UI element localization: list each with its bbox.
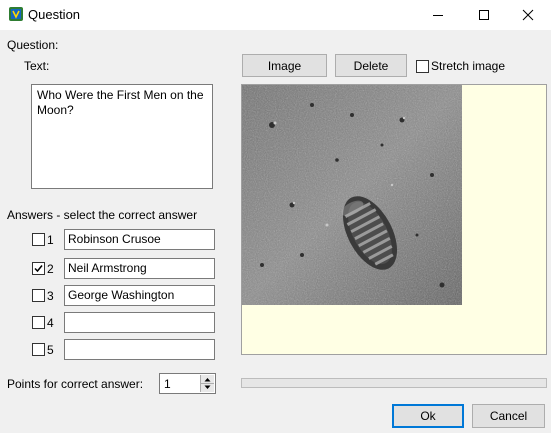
cancel-button[interactable]: Cancel (472, 404, 545, 428)
answer-3-number: 3 (47, 289, 54, 303)
moon-footprint-image (242, 85, 462, 305)
ok-button[interactable]: Ok (392, 404, 464, 428)
answer-1-input[interactable]: Robinson Crusoe (64, 229, 215, 250)
answer-4-number: 4 (47, 316, 54, 330)
close-button[interactable] (505, 0, 551, 30)
answer-3-input[interactable]: George Washington (64, 285, 215, 306)
answer-4-checkbox[interactable] (32, 316, 45, 329)
points-value: 1 (164, 377, 171, 391)
answer-2-checkbox[interactable] (32, 262, 45, 275)
progress-bar (241, 378, 547, 388)
answer-1-checkbox[interactable] (32, 233, 45, 246)
question-textarea[interactable]: Who Were the First Men on the Moon? (31, 84, 213, 189)
points-spinner[interactable]: 1 (159, 373, 216, 394)
window-title: Question (28, 7, 81, 22)
question-section-label: Question: (7, 38, 59, 52)
arrow-up-icon[interactable] (204, 378, 211, 382)
maximize-button[interactable] (461, 0, 507, 30)
minimize-icon (433, 15, 443, 16)
answer-3-checkbox[interactable] (32, 289, 45, 302)
minimize-button[interactable] (415, 0, 461, 30)
answer-2-input[interactable]: Neil Armstrong (64, 258, 215, 279)
image-button[interactable]: Image (242, 54, 327, 77)
answer-5-checkbox[interactable] (32, 343, 45, 356)
checkmark-icon (34, 265, 43, 273)
points-label: Points for correct answer: (7, 377, 144, 391)
maximize-icon (479, 10, 489, 20)
close-icon (522, 9, 534, 21)
answer-2-number: 2 (47, 262, 54, 276)
answer-5-input[interactable] (64, 339, 215, 360)
answer-4-input[interactable] (64, 312, 215, 333)
stretch-image-label: Stretch image (431, 59, 506, 73)
app-icon (8, 6, 24, 22)
answer-5-number: 5 (47, 343, 54, 357)
image-panel (241, 84, 547, 355)
stretch-image-checkbox[interactable] (416, 60, 429, 73)
spinner-buttons[interactable] (200, 375, 214, 392)
answers-section-label: Answers - select the correct answer (7, 208, 198, 222)
question-text-label: Text: (24, 59, 50, 73)
delete-button[interactable]: Delete (335, 54, 407, 77)
answer-1-number: 1 (47, 233, 54, 247)
arrow-down-icon[interactable] (204, 385, 211, 390)
title-bar: Question (0, 0, 551, 30)
